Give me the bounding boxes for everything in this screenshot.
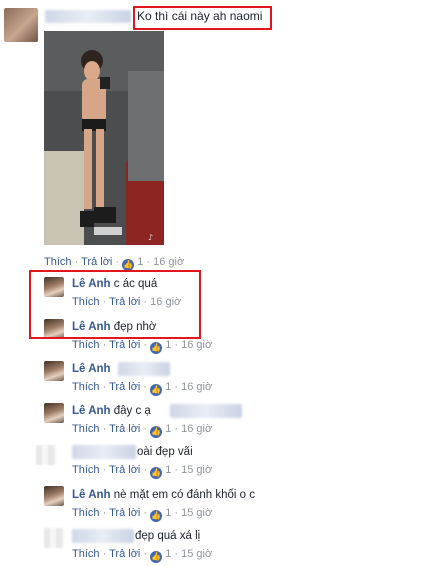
separator: · bbox=[174, 381, 179, 393]
redacted-text bbox=[118, 362, 170, 376]
reply-text: đẹp quá xá lị bbox=[135, 530, 201, 542]
photo-graphic: ♪ bbox=[44, 31, 164, 245]
reply-text: đây c ạ bbox=[113, 405, 151, 417]
separator: · bbox=[102, 339, 107, 351]
separator: · bbox=[115, 256, 120, 268]
separator: · bbox=[146, 256, 151, 268]
reply-link[interactable]: Trả lời bbox=[109, 464, 140, 476]
reply-line: Lê Anh nè mặt em có đánh khối o c bbox=[72, 489, 255, 501]
avatar[interactable] bbox=[44, 486, 64, 506]
like-link[interactable]: Thích bbox=[72, 339, 100, 351]
separator: · bbox=[143, 507, 148, 519]
reply-actions: Thích · Trả lời · 👍 1 · 16 giờ bbox=[72, 339, 212, 354]
thumbs-up-icon[interactable]: 👍 bbox=[150, 384, 163, 396]
separator: · bbox=[102, 464, 107, 476]
reply-author[interactable]: Lê Anh bbox=[72, 363, 111, 375]
separator: · bbox=[174, 507, 179, 519]
like-count[interactable]: 1 bbox=[165, 423, 171, 435]
comment-actions: Thích · Trả lời · 👍 1 · 16 giờ bbox=[44, 256, 184, 271]
separator: · bbox=[174, 464, 179, 476]
thumbs-up-icon[interactable]: 👍 bbox=[150, 467, 163, 479]
like-link[interactable]: Thích bbox=[72, 507, 100, 519]
separator: · bbox=[143, 339, 148, 351]
separator: · bbox=[102, 381, 107, 393]
separator: · bbox=[143, 381, 148, 393]
svg-text:♪: ♪ bbox=[148, 233, 153, 242]
timestamp[interactable]: 15 giờ bbox=[181, 507, 212, 519]
reply-line: Lê Anh bbox=[72, 363, 111, 375]
avatar[interactable] bbox=[4, 8, 38, 42]
like-link[interactable]: Thích bbox=[72, 548, 100, 560]
commenter-name-blurred[interactable] bbox=[45, 10, 131, 23]
avatar[interactable] bbox=[36, 445, 56, 465]
like-link[interactable]: Thích bbox=[72, 423, 100, 435]
separator: · bbox=[102, 548, 107, 560]
separator: · bbox=[102, 423, 107, 435]
thumbs-up-icon[interactable]: 👍 bbox=[150, 426, 163, 438]
like-link[interactable]: Thích bbox=[72, 464, 100, 476]
reply-link[interactable]: Trả lời bbox=[109, 507, 140, 519]
like-count[interactable]: 1 bbox=[137, 256, 143, 268]
reply-actions: Thích · Trả lời · 👍 1 · 15 giờ bbox=[72, 464, 212, 479]
like-link[interactable]: Thích bbox=[44, 256, 72, 268]
attached-photo[interactable]: ♪ bbox=[44, 31, 164, 245]
avatar[interactable] bbox=[44, 361, 64, 381]
redacted-name bbox=[72, 529, 134, 543]
separator: · bbox=[143, 548, 148, 560]
separator: · bbox=[174, 548, 179, 560]
timestamp[interactable]: 16 giờ bbox=[181, 423, 212, 435]
like-count[interactable]: 1 bbox=[165, 381, 171, 393]
reply-link[interactable]: Trả lời bbox=[109, 339, 140, 351]
reply-line: Lê Anh đây c ạ bbox=[72, 405, 151, 417]
separator: · bbox=[74, 256, 79, 268]
reply-link[interactable]: Trả lời bbox=[81, 256, 112, 268]
like-count[interactable]: 1 bbox=[165, 548, 171, 560]
redacted-name bbox=[72, 445, 136, 459]
reply-author[interactable]: Lê Anh bbox=[72, 489, 111, 501]
like-count[interactable]: 1 bbox=[165, 339, 171, 351]
like-count[interactable]: 1 bbox=[165, 464, 171, 476]
separator: · bbox=[143, 464, 148, 476]
redacted-text bbox=[170, 404, 242, 418]
thumbs-up-icon[interactable]: 👍 bbox=[150, 342, 163, 354]
reply-line: oài đẹp vãi bbox=[137, 446, 193, 458]
like-link[interactable]: Thích bbox=[72, 381, 100, 393]
reply-line: đẹp quá xá lị bbox=[135, 530, 200, 542]
separator: · bbox=[143, 423, 148, 435]
reply-text: nè mặt em có đánh khối o c bbox=[113, 489, 256, 501]
separator: · bbox=[174, 423, 179, 435]
reply-link[interactable]: Trả lời bbox=[109, 381, 140, 393]
avatar[interactable] bbox=[44, 403, 64, 423]
reply-author[interactable]: Lê Anh bbox=[72, 405, 111, 417]
like-count[interactable]: 1 bbox=[165, 507, 171, 519]
highlight-box bbox=[29, 270, 201, 339]
reply-link[interactable]: Trả lời bbox=[109, 423, 140, 435]
separator: · bbox=[174, 339, 179, 351]
timestamp[interactable]: 15 giờ bbox=[181, 464, 212, 476]
thumbs-up-icon[interactable]: 👍 bbox=[150, 510, 163, 522]
thumbs-up-icon[interactable]: 👍 bbox=[150, 551, 163, 563]
reply-text: oài đẹp vãi bbox=[137, 446, 193, 458]
reply-actions: Thích · Trả lời · 👍 1 · 15 giờ bbox=[72, 507, 212, 522]
timestamp[interactable]: 16 giờ bbox=[153, 256, 184, 268]
separator: · bbox=[102, 507, 107, 519]
avatar[interactable] bbox=[44, 528, 64, 548]
reply-actions: Thích · Trả lời · 👍 1 · 15 giờ bbox=[72, 548, 212, 563]
reply-link[interactable]: Trả lời bbox=[109, 548, 140, 560]
timestamp[interactable]: 16 giờ bbox=[181, 381, 212, 393]
timestamp[interactable]: 15 giờ bbox=[181, 548, 212, 560]
timestamp[interactable]: 16 giờ bbox=[181, 339, 212, 351]
highlight-box bbox=[133, 6, 272, 30]
reply-actions: Thích · Trả lời · 👍 1 · 16 giờ bbox=[72, 381, 212, 396]
reply-actions: Thích · Trả lời · 👍 1 · 16 giờ bbox=[72, 423, 212, 438]
